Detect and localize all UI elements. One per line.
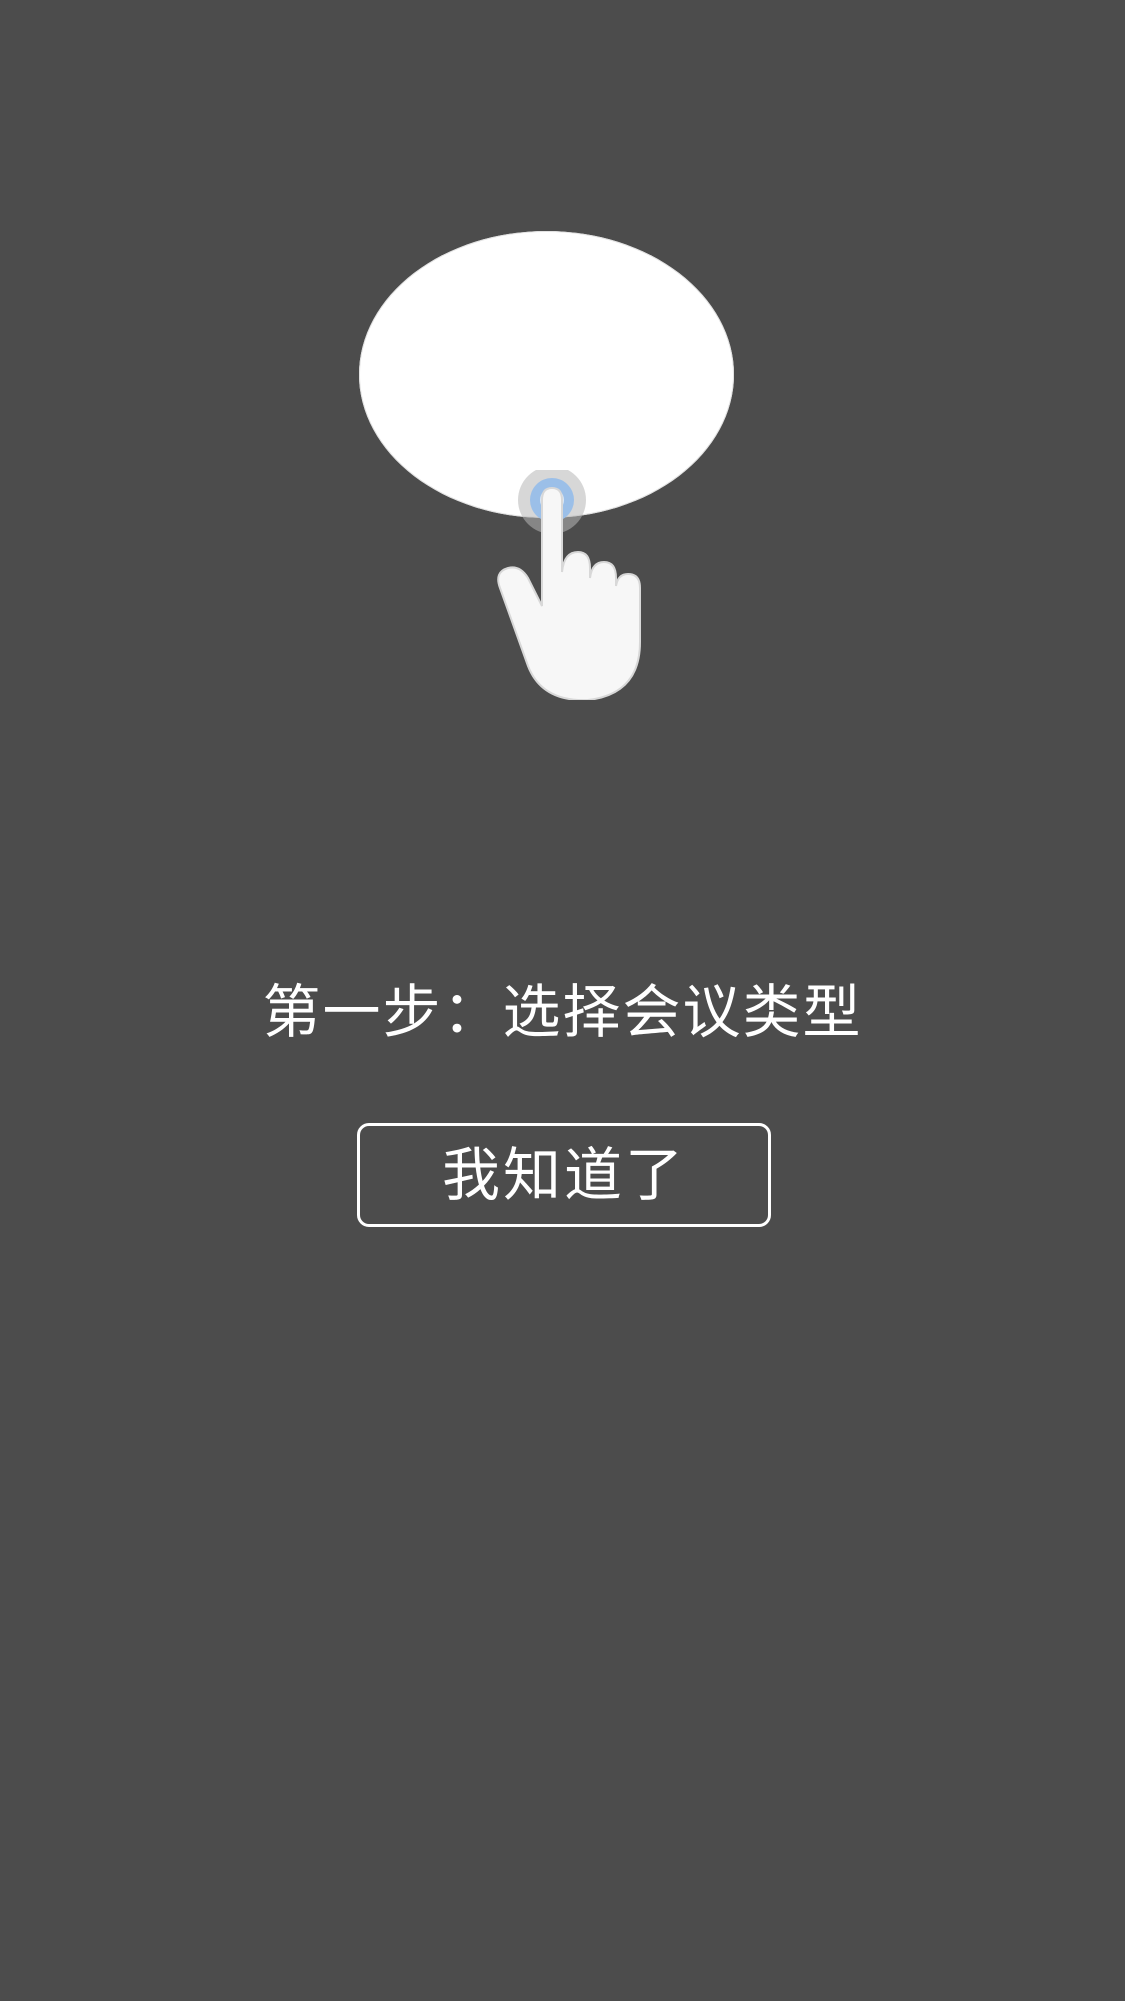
step-instruction: 第一步：选择会议类型: [262, 978, 863, 1046]
got-it-button[interactable]: 我知道了: [357, 1123, 771, 1227]
pointing-hand-icon: [497, 470, 641, 700]
